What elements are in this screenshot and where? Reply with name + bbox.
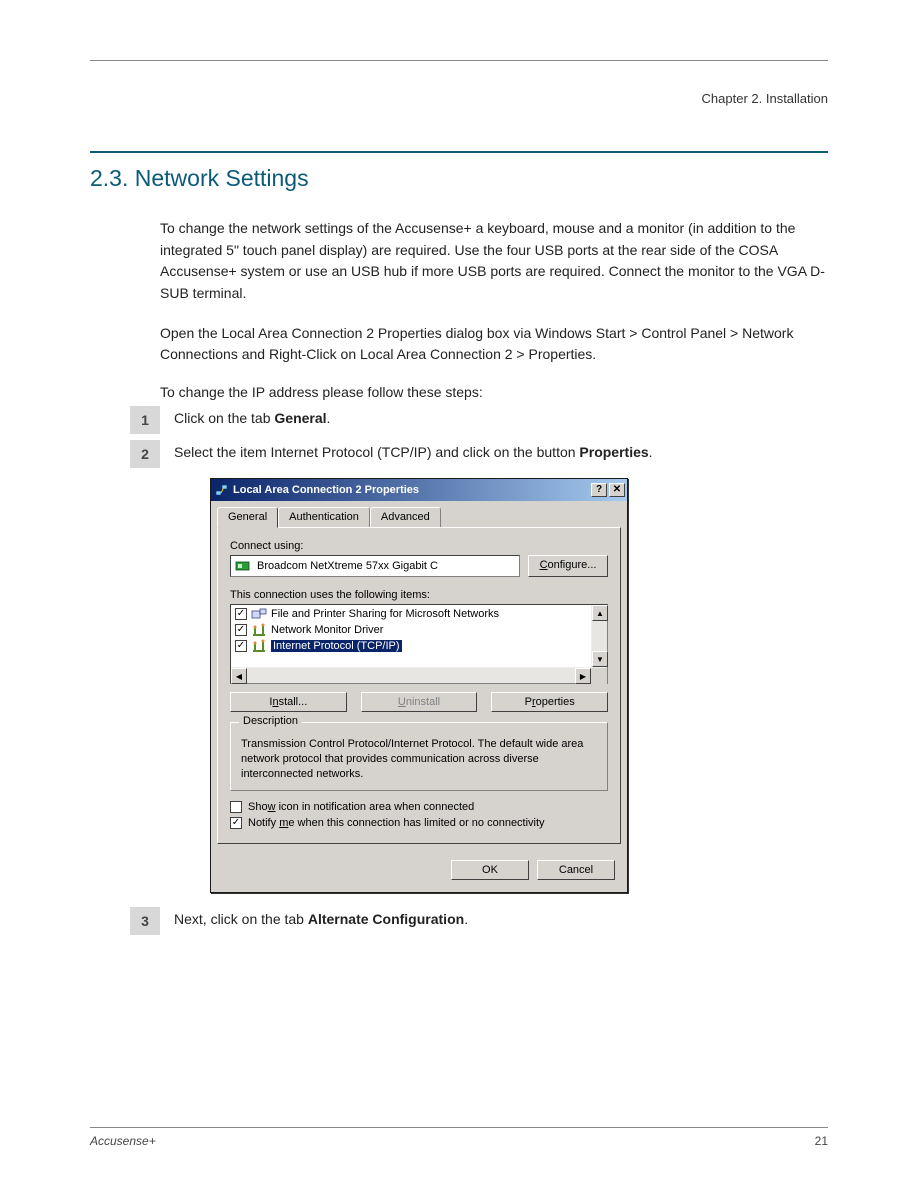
item-label: Network Monitor Driver xyxy=(271,624,383,636)
connect-using-label: Connect using: xyxy=(230,540,608,552)
nic-icon xyxy=(235,559,251,573)
item-file-printer-sharing[interactable]: ✓ File and Printer Sharing for Microsoft… xyxy=(231,606,591,622)
step-3-text: Next, click on the tab Alternate Configu… xyxy=(174,907,468,927)
tab-advanced[interactable]: Advanced xyxy=(370,507,441,527)
page-number: 21 xyxy=(815,1134,828,1148)
product-name: Accusense+ xyxy=(90,1134,156,1148)
cancel-button[interactable]: Cancel xyxy=(537,860,615,880)
tabstrip: General Authentication Advanced xyxy=(211,501,627,527)
show-icon-checkbox[interactable] xyxy=(230,801,242,813)
item-network-monitor[interactable]: ✓ Network Monitor Driver xyxy=(231,622,591,638)
connection-icon xyxy=(215,483,229,497)
description-text: Transmission Control Protocol/Internet P… xyxy=(241,737,597,782)
protocol-icon xyxy=(251,639,267,653)
description-legend: Description xyxy=(239,715,302,727)
item-label: Internet Protocol (TCP/IP) xyxy=(271,640,402,652)
scroll-left-button[interactable]: ◀ xyxy=(231,668,247,684)
intro-paragraph-2: Open the Local Area Connection 2 Propert… xyxy=(90,323,828,366)
items-label: This connection uses the following items… xyxy=(230,589,608,601)
service-icon xyxy=(251,607,267,621)
adapter-field[interactable]: Broadcom NetXtreme 57xx Gigabit C xyxy=(230,555,520,577)
tab-authentication[interactable]: Authentication xyxy=(278,507,370,527)
ok-button[interactable]: OK xyxy=(451,860,529,880)
items-listbox[interactable]: ✓ File and Printer Sharing for Microsoft… xyxy=(230,604,608,684)
section-title: 2.3. Network Settings xyxy=(90,165,828,192)
help-button[interactable]: ? xyxy=(591,483,607,497)
page-header: Chapter 2. Installation xyxy=(90,91,828,106)
step-2-number: 2 xyxy=(130,440,160,468)
checkbox-tcpip[interactable]: ✓ xyxy=(235,640,247,652)
page-footer: Accusense+ 21 xyxy=(90,1127,828,1148)
show-icon-label: Show icon in notification area when conn… xyxy=(248,801,474,813)
item-label: File and Printer Sharing for Microsoft N… xyxy=(271,608,499,620)
tab-general-panel: Connect using: Broadcom NetXtreme 57xx G… xyxy=(217,527,621,844)
step-3-number: 3 xyxy=(130,907,160,935)
notify-checkbox[interactable]: ✓ xyxy=(230,817,242,829)
checkbox-file-printer[interactable]: ✓ xyxy=(235,608,247,620)
scroll-down-button[interactable]: ▼ xyxy=(592,651,608,667)
step-1-text: Click on the tab General. xyxy=(174,406,330,426)
vertical-scrollbar[interactable]: ▲ ▼ xyxy=(591,605,607,667)
horizontal-scrollbar[interactable]: ◀ ▶ xyxy=(231,667,607,683)
intro-paragraph-1: To change the network settings of the Ac… xyxy=(90,218,828,305)
step-1-number: 1 xyxy=(130,406,160,434)
item-tcpip[interactable]: ✓ Internet Protocol (TCP/IP) xyxy=(231,638,591,654)
install-button[interactable]: Install... xyxy=(230,692,347,712)
scroll-right-button[interactable]: ▶ xyxy=(575,668,591,684)
step-2-text: Select the item Internet Protocol (TCP/I… xyxy=(174,440,653,460)
properties-button[interactable]: Properties xyxy=(491,692,608,712)
step-2: 2 Select the item Internet Protocol (TCP… xyxy=(90,440,828,468)
steps-intro: To change the IP address please follow t… xyxy=(90,384,828,400)
step-1: 1 Click on the tab General. xyxy=(90,406,828,434)
scroll-track[interactable] xyxy=(592,621,607,651)
scroll-track[interactable] xyxy=(247,668,575,683)
uninstall-button: Uninstall xyxy=(361,692,478,712)
scroll-corner xyxy=(591,668,607,684)
notify-label: Notify me when this connection has limit… xyxy=(248,817,545,829)
configure-button[interactable]: Configure... xyxy=(528,555,608,577)
tab-general[interactable]: General xyxy=(217,507,278,528)
show-icon-checkbox-row[interactable]: Show icon in notification area when conn… xyxy=(230,801,608,813)
chapter-label: Chapter 2. Installation xyxy=(702,91,828,106)
description-groupbox: Description Transmission Control Protoco… xyxy=(230,722,608,791)
dialog-title: Local Area Connection 2 Properties xyxy=(233,484,591,496)
notify-checkbox-row[interactable]: ✓ Notify me when this connection has lim… xyxy=(230,817,608,829)
checkbox-network-monitor[interactable]: ✓ xyxy=(235,624,247,636)
step-3: 3 Next, click on the tab Alternate Confi… xyxy=(90,907,828,935)
titlebar[interactable]: Local Area Connection 2 Properties ? ✕ xyxy=(211,479,627,501)
protocol-icon xyxy=(251,623,267,637)
adapter-name: Broadcom NetXtreme 57xx Gigabit C xyxy=(257,560,438,572)
scroll-up-button[interactable]: ▲ xyxy=(592,605,608,621)
properties-dialog: Local Area Connection 2 Properties ? ✕ G… xyxy=(210,478,628,893)
close-button[interactable]: ✕ xyxy=(609,483,625,497)
